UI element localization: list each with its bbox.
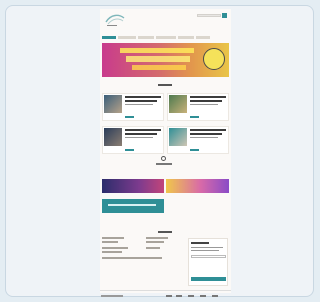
nav-item-4[interactable] [156,36,176,39]
search-input[interactable] [197,14,221,17]
news-item[interactable] [102,93,164,121]
nav-item-2[interactable] [118,36,136,39]
banner-headline [120,48,194,53]
banner-badge [203,48,225,70]
promo-banner-3[interactable] [102,199,164,213]
social-link-3[interactable] [188,295,194,297]
hero-banner[interactable] [102,43,229,77]
news-item[interactable] [167,126,229,154]
nav-item-1[interactable] [102,36,116,39]
news-thumbnail [104,128,122,146]
nav-item-6[interactable] [196,36,210,39]
nav-item-3[interactable] [138,36,154,39]
social-link-5[interactable] [212,295,218,297]
search-icon[interactable] [222,13,227,18]
news-section-title [158,84,172,86]
copyright-text [101,295,123,297]
promo-banner-2[interactable] [166,179,229,193]
more-icon[interactable] [161,156,166,161]
newsletter-box [188,238,228,286]
social-link-1[interactable] [166,295,172,297]
news-item[interactable] [167,93,229,121]
news-thumbnail [169,95,187,113]
webpage-thumbnail[interactable] [100,9,231,293]
banner-tagline [132,65,186,70]
more-news-link[interactable] [156,163,172,165]
main-nav [102,36,229,40]
news-item[interactable] [102,126,164,154]
logo-icon[interactable] [103,12,127,28]
header [100,9,231,31]
social-link-4[interactable] [200,295,206,297]
news-thumbnail [104,95,122,113]
subscribe-button[interactable] [191,277,226,281]
banner-subheadline [126,56,190,62]
news-thumbnail [169,128,187,146]
email-field[interactable] [191,255,226,258]
nav-item-5[interactable] [178,36,194,39]
news-grid [102,93,229,157]
social-link-2[interactable] [176,295,182,297]
promo-banner-1[interactable] [102,179,164,193]
